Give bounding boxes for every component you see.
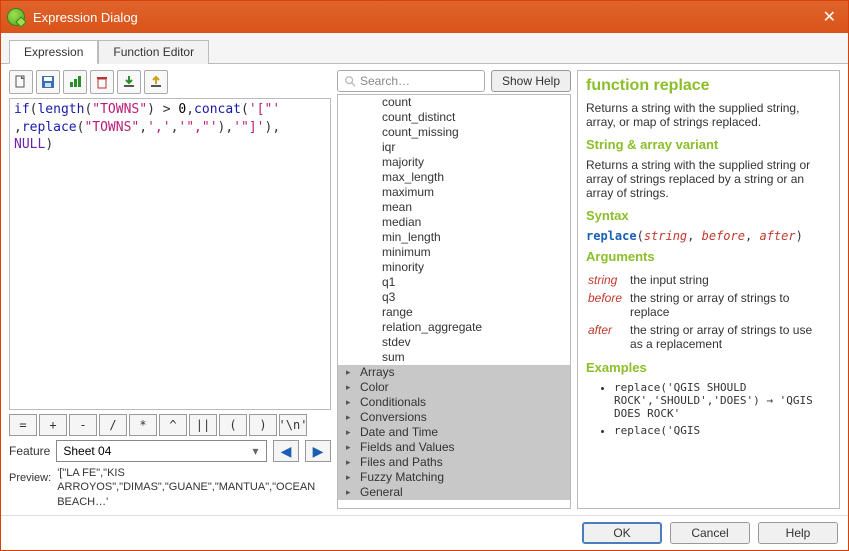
help-desc2: Returns a string with the supplied strin… (586, 158, 831, 200)
example-item: replace('QGIS (614, 424, 831, 437)
feature-select[interactable]: ▾ (56, 440, 267, 462)
tree-item[interactable]: mean (338, 200, 570, 215)
arguments-table: stringthe input string beforethe string … (586, 270, 831, 354)
arg-name: string (588, 272, 628, 288)
feature-input[interactable] (61, 443, 249, 459)
op-plus[interactable]: + (39, 414, 67, 436)
chevron-down-icon[interactable]: ▾ (249, 444, 262, 458)
tree-item[interactable]: maximum (338, 185, 570, 200)
help-examples-label: Examples (586, 360, 831, 375)
tree-item[interactable]: count_distinct (338, 110, 570, 125)
window-title: Expression Dialog (33, 10, 817, 25)
search-row: Search… Show Help (337, 70, 571, 92)
tree-item[interactable]: stdev (338, 335, 570, 350)
feature-row: Feature ▾ ◀ ▶ (9, 440, 331, 462)
tree-item[interactable]: min_length (338, 230, 570, 245)
syntax-fn-name: replace (586, 229, 637, 243)
arg-name: after (588, 322, 628, 352)
function-tree[interactable]: count count_distinct count_missing iqr m… (337, 94, 571, 509)
arg-desc: the input string (630, 272, 829, 288)
op-lparen[interactable]: ( (219, 414, 247, 436)
delete-icon[interactable] (90, 70, 114, 94)
tree-item[interactable]: majority (338, 155, 570, 170)
middle-pane: Search… Show Help count count_distinct c… (337, 70, 571, 509)
arg-desc: the string or array of strings to use as… (630, 322, 829, 352)
op-equals[interactable]: = (9, 414, 37, 436)
help-button[interactable]: Help (758, 522, 838, 544)
left-pane: if(length("TOWNS") > 0,concat('["' ,repl… (9, 70, 331, 509)
tree-group-arrays[interactable]: Arrays (338, 365, 570, 380)
tree-group-fields[interactable]: Fields and Values (338, 440, 570, 455)
op-multiply[interactable]: * (129, 414, 157, 436)
op-divide[interactable]: / (99, 414, 127, 436)
ok-button[interactable]: OK (582, 522, 662, 544)
help-variant-title: String & array variant (586, 137, 831, 152)
op-rparen[interactable]: ) (249, 414, 277, 436)
tree-item[interactable]: median (338, 215, 570, 230)
tab-bar: Expression Function Editor (1, 33, 848, 64)
feature-label: Feature (9, 444, 50, 458)
help-syntax: replace(string, before, after) (586, 229, 831, 243)
new-file-icon[interactable] (9, 70, 33, 94)
tree-group-fuzzy[interactable]: Fuzzy Matching (338, 470, 570, 485)
tree-item[interactable]: q3 (338, 290, 570, 305)
tree-item[interactable]: range (338, 305, 570, 320)
tree-group-datetime[interactable]: Date and Time (338, 425, 570, 440)
arg-name: before (588, 290, 628, 320)
history-icon[interactable] (63, 70, 87, 94)
op-concat[interactable]: || (189, 414, 217, 436)
tree-group-general[interactable]: General (338, 485, 570, 500)
help-pane: function replace Returns a string with t… (577, 70, 840, 509)
export-icon[interactable] (144, 70, 168, 94)
tree-group-conversions[interactable]: Conversions (338, 410, 570, 425)
tree-item[interactable]: minority (338, 260, 570, 275)
cancel-button[interactable]: Cancel (670, 522, 750, 544)
operator-bar: = + - / * ^ || ( ) '\n' (9, 414, 331, 436)
op-power[interactable]: ^ (159, 414, 187, 436)
tree-item[interactable]: count (338, 95, 570, 110)
titlebar: Expression Dialog ✕ (1, 1, 848, 33)
tree-group-files[interactable]: Files and Paths (338, 455, 570, 470)
prev-feature-button[interactable]: ◀ (273, 440, 299, 462)
tree-item[interactable]: sum (338, 350, 570, 365)
tree-group-color[interactable]: Color (338, 380, 570, 395)
tree-item[interactable]: count_missing (338, 125, 570, 140)
tree-item[interactable]: q1 (338, 275, 570, 290)
preview-value: '["LA FE","KISARROYOS","DIMAS","GUANE","… (57, 466, 331, 509)
save-icon[interactable] (36, 70, 60, 94)
expression-dialog-window: Expression Dialog ✕ Expression Function … (0, 0, 849, 551)
help-syntax-label: Syntax (586, 208, 831, 223)
search-placeholder: Search… (360, 74, 410, 88)
dialog-body: if(length("TOWNS") > 0,concat('["' ,repl… (1, 64, 848, 515)
help-title: function replace (586, 77, 831, 95)
tree-item[interactable]: minimum (338, 245, 570, 260)
tree-item[interactable]: max_length (338, 170, 570, 185)
example-item: replace('QGIS SHOULD ROCK','SHOULD','DOE… (614, 381, 831, 420)
examples-list: replace('QGIS SHOULD ROCK','SHOULD','DOE… (586, 381, 831, 437)
tree-item[interactable]: relation_aggregate (338, 320, 570, 335)
preview-label: Preview: (9, 466, 51, 484)
tree-item[interactable]: iqr (338, 140, 570, 155)
help-desc: Returns a string with the supplied strin… (586, 101, 831, 129)
op-newline[interactable]: '\n' (279, 414, 307, 436)
tab-expression[interactable]: Expression (9, 40, 98, 64)
editor-toolbar (9, 70, 331, 94)
next-feature-button[interactable]: ▶ (305, 440, 331, 462)
show-help-button[interactable]: Show Help (491, 70, 571, 92)
tree-group-conditionals[interactable]: Conditionals (338, 395, 570, 410)
search-icon (344, 75, 356, 87)
tab-function-editor[interactable]: Function Editor (98, 40, 209, 64)
close-icon[interactable]: ✕ (817, 7, 842, 27)
help-arguments-label: Arguments (586, 249, 831, 264)
op-minus[interactable]: - (69, 414, 97, 436)
preview-row: Preview: '["LA FE","KISARROYOS","DIMAS",… (9, 466, 331, 509)
dialog-footer: OK Cancel Help (1, 515, 848, 550)
search-input[interactable]: Search… (337, 70, 485, 92)
import-icon[interactable] (117, 70, 141, 94)
arg-desc: the string or array of strings to replac… (630, 290, 829, 320)
expression-editor[interactable]: if(length("TOWNS") > 0,concat('["' ,repl… (9, 98, 331, 410)
qgis-icon (7, 8, 25, 26)
